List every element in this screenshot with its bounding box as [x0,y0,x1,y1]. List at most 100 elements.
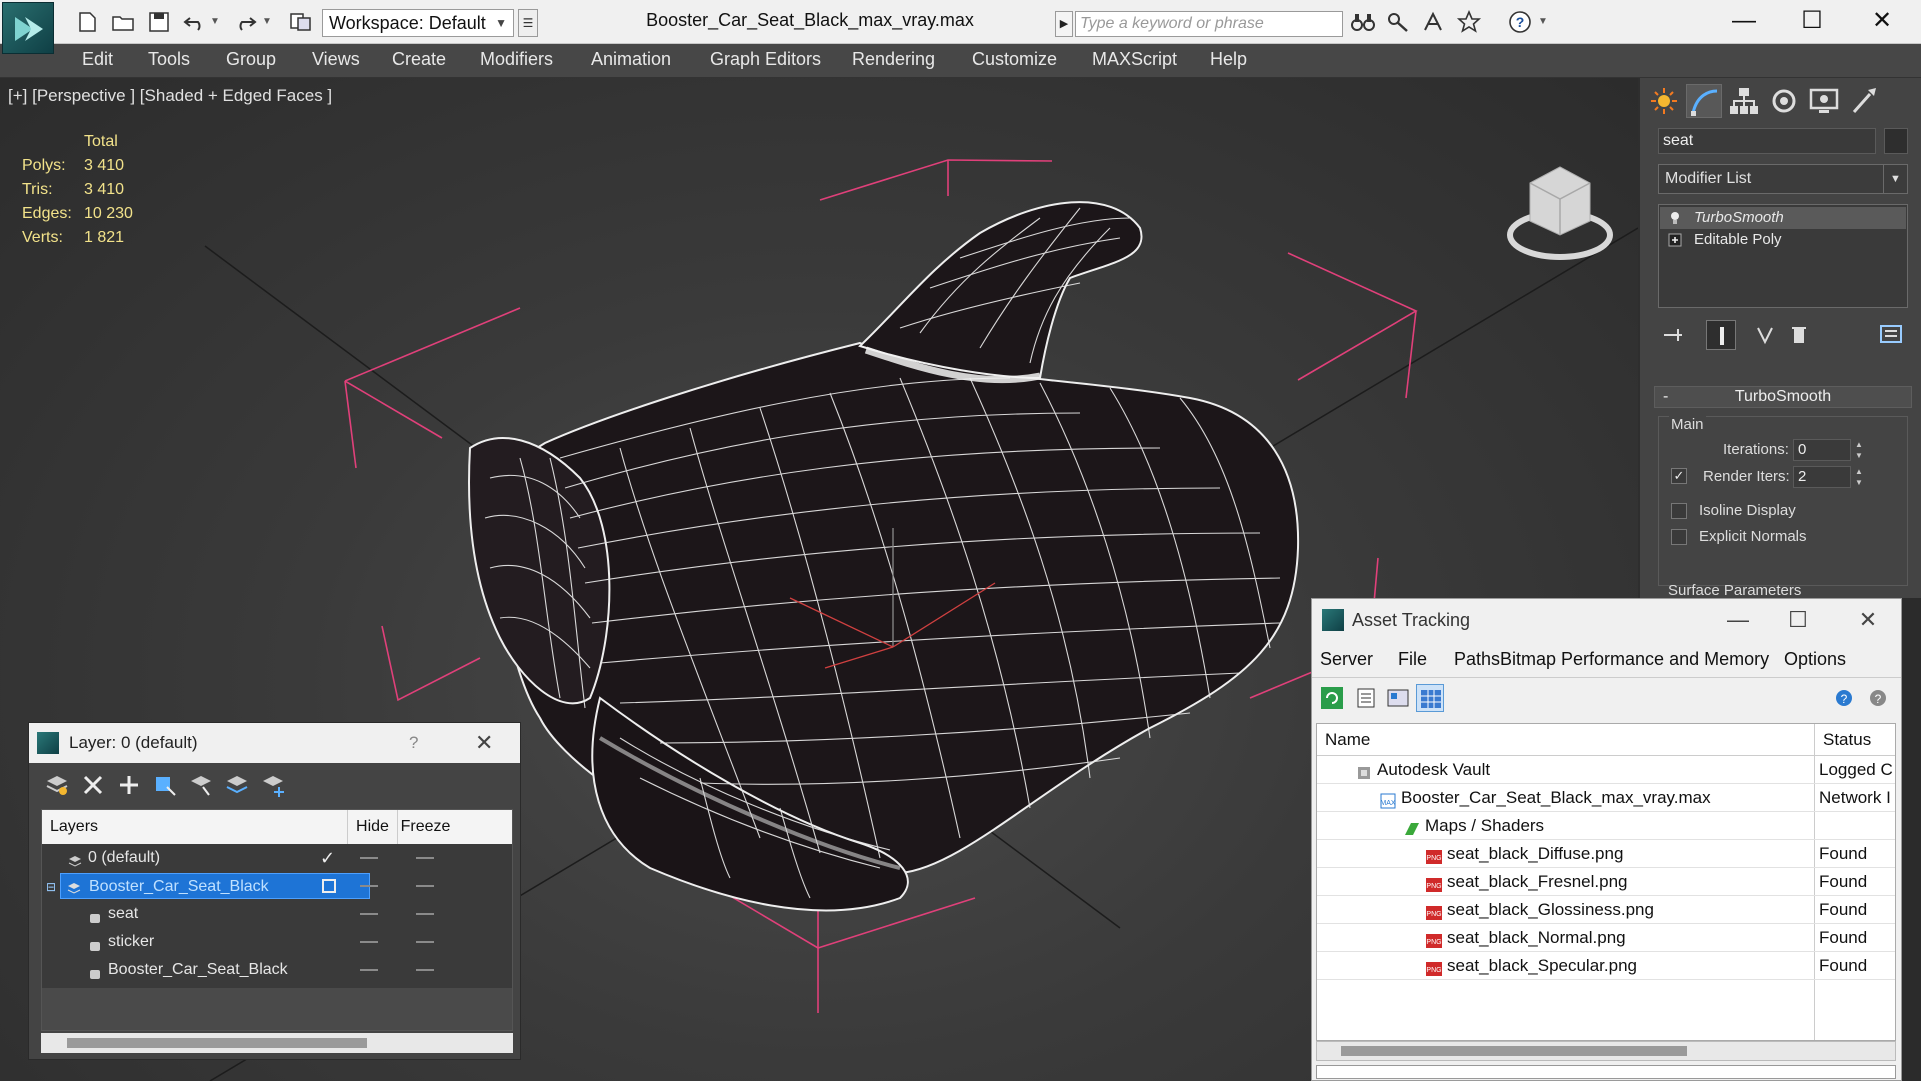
menu-graph-editors[interactable]: Graph Editors [710,49,821,70]
menu-group[interactable]: Group [226,49,276,70]
freeze-toggle[interactable] [416,857,434,859]
tab-utilities[interactable] [1846,84,1882,118]
render-iters-checkbox[interactable]: ✓ [1671,468,1687,484]
asset-row-glossiness[interactable]: PNG seat_black_Glossiness.png Found [1317,896,1895,924]
table-view-icon[interactable] [1416,684,1444,712]
column-header-hide[interactable]: Hide [348,810,398,844]
spinner-arrows[interactable]: ▲ ▼ [1853,466,1865,488]
column-header-freeze[interactable]: Freeze [398,810,453,844]
refresh-icon[interactable] [1318,684,1346,712]
layer-row-booster-car-seat[interactable]: ⊟ Booster_Car_Seat_Black [42,872,512,901]
hide-toggle[interactable] [360,913,378,915]
help-button[interactable]: ? [409,723,418,763]
undo-dropdown-icon[interactable]: ▼ [210,10,224,34]
menu-tools[interactable]: Tools [148,49,190,70]
open-folder-icon[interactable] [110,10,136,34]
iterations-spinner[interactable]: 0 [1793,439,1851,461]
freeze-toggle[interactable] [416,885,434,887]
hide-toggle[interactable] [360,885,378,887]
key-icon[interactable] [1386,10,1412,34]
scrollbar-thumb[interactable] [1341,1046,1687,1056]
layer-row-default[interactable]: 0 (default) ✓ [42,844,512,872]
collapse-minus-icon[interactable]: ⊟ [46,873,56,901]
star-icon[interactable] [1456,9,1482,34]
viewport-label[interactable]: [+] [Perspective ] [Shaded + Edged Faces… [8,86,332,106]
rollout-turbosmooth[interactable]: - TurboSmooth [1654,386,1912,408]
tab-create[interactable] [1646,84,1682,118]
isoline-display-checkbox[interactable] [1671,503,1687,519]
object-color-swatch[interactable] [1884,128,1908,154]
horizontal-scrollbar[interactable] [1316,1041,1896,1061]
menu-bitmap-performance[interactable]: Bitmap Performance and Memory [1500,641,1769,677]
redo-dropdown-icon[interactable]: ▼ [262,10,276,34]
freeze-toggle[interactable] [416,941,434,943]
add-icon[interactable] [115,771,143,799]
maximize-button[interactable]: ☐ [1778,599,1818,641]
stack-item-editable-poly[interactable]: Editable Poly [1660,229,1906,251]
render-iters-spinner[interactable]: 2 [1793,466,1851,488]
delete-icon[interactable] [79,771,107,799]
freeze-layers-icon[interactable] [259,771,287,799]
help-icon[interactable]: ? [1832,684,1860,712]
hide-layers-icon[interactable] [223,771,251,799]
tab-motion[interactable] [1766,84,1802,118]
create-layer-icon[interactable] [43,771,71,799]
workspace-menu-button[interactable]: ☰ [518,9,538,37]
maximize-button[interactable]: ☐ [1782,4,1842,38]
window-title-bar[interactable]: Layer: 0 (default) ? ✕ [29,723,520,763]
new-file-icon[interactable] [74,10,100,34]
remove-modifier-icon[interactable] [1784,320,1814,350]
highlight-layer-icon[interactable] [187,771,215,799]
column-header-status[interactable]: Status [1815,724,1895,756]
horizontal-scrollbar[interactable] [41,1033,513,1053]
help-icon[interactable]: ? [1508,10,1534,34]
menu-edit[interactable]: Edit [82,49,113,70]
freeze-toggle[interactable] [416,913,434,915]
select-objects-icon[interactable] [151,771,179,799]
minimize-button[interactable]: — [1714,4,1774,38]
asset-row-normal[interactable]: PNG seat_black_Normal.png Found [1317,924,1895,952]
tab-modify[interactable] [1686,84,1722,118]
window-title-bar[interactable]: Asset Tracking — ☐ ✕ [1312,599,1901,641]
redo-icon[interactable] [232,10,258,34]
hide-toggle[interactable] [360,941,378,943]
list-view-icon[interactable] [1352,684,1380,712]
menu-views[interactable]: Views [312,49,360,70]
object-row-seat[interactable]: seat [42,900,512,928]
show-end-result-icon[interactable] [1706,320,1736,350]
save-icon[interactable] [146,10,172,34]
menu-animation[interactable]: Animation [591,49,671,70]
details-view-icon[interactable] [1384,684,1412,712]
object-row-booster-car-seat[interactable]: Booster_Car_Seat_Black [42,956,512,984]
workspace-dropdown[interactable]: Workspace: Default ▼ [322,9,514,37]
menu-modifiers[interactable]: Modifiers [480,49,553,70]
menu-help[interactable]: Help [1210,49,1247,70]
menu-paths[interactable]: Paths [1454,641,1500,677]
communication-icon[interactable] [1420,10,1446,34]
asset-row-fresnel[interactable]: PNG seat_black_Fresnel.png Found [1317,868,1895,896]
asset-row-max-file[interactable]: MAX Booster_Car_Seat_Black_max_vray.max … [1317,784,1895,812]
menu-server[interactable]: Server [1320,641,1373,677]
asset-row-specular[interactable]: PNG seat_black_Specular.png Found [1317,952,1895,980]
column-header-name[interactable]: Name [1317,724,1815,756]
undo-icon[interactable] [182,10,208,34]
scrollbar-thumb[interactable] [67,1038,367,1048]
hide-toggle[interactable] [360,857,378,859]
menu-create[interactable]: Create [392,49,446,70]
surface-parameters-group[interactable]: Surface Parameters [1668,582,1801,599]
close-button[interactable]: ✕ [1852,4,1912,38]
help-context-icon[interactable]: ? [1866,684,1894,712]
search-expand-button[interactable]: ▶ [1055,11,1073,37]
minimize-button[interactable]: — [1718,599,1758,641]
hide-toggle[interactable] [360,969,378,971]
active-layer-box-icon[interactable] [322,879,336,893]
tab-display[interactable] [1806,84,1842,118]
tab-hierarchy[interactable] [1726,84,1762,118]
stack-item-turbosmooth[interactable]: TurboSmooth [1660,207,1906,229]
modifier-list-dropdown[interactable]: Modifier List ▼ [1658,164,1908,194]
asset-row-maps[interactable]: Maps / Shaders [1317,812,1895,840]
menu-rendering[interactable]: Rendering [852,49,935,70]
active-layer-checkmark-icon[interactable]: ✓ [320,844,335,872]
close-icon[interactable]: ✕ [1848,599,1888,641]
object-name-input[interactable]: seat [1658,128,1876,154]
